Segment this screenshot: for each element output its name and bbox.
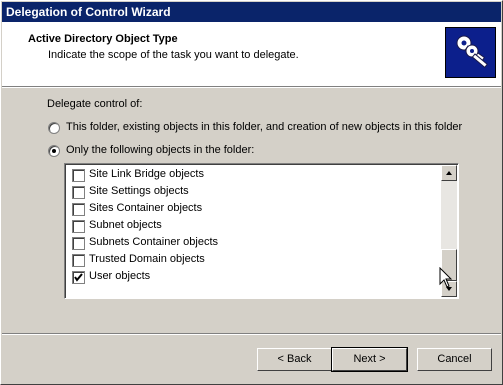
page-subtitle: Indicate the scope of the task you want … — [48, 49, 299, 61]
wizard-header: Active Directory Object Type Indicate th… — [2, 22, 501, 86]
mouse-cursor-icon — [439, 267, 453, 288]
back-button[interactable]: < Back — [257, 348, 332, 371]
list-item-label: Subnets Container objects — [89, 236, 219, 248]
radio-only-following[interactable] — [48, 145, 60, 157]
radio-this-folder-label[interactable]: This folder, existing objects in this fo… — [66, 121, 462, 133]
object-type-list[interactable]: Site Link Bridge objects Site Settings o… — [64, 163, 459, 299]
list-item-label: Trusted Domain objects — [89, 253, 205, 265]
checkbox[interactable] — [72, 237, 85, 250]
cancel-button[interactable]: Cancel — [417, 348, 492, 371]
header-divider-highlight — [2, 87, 501, 88]
footer-divider-highlight — [2, 334, 501, 335]
wizard-window: Delegation of Control Wizard Active Dire… — [0, 0, 503, 385]
checkbox[interactable] — [72, 186, 85, 199]
list-item-label: Site Link Bridge objects — [89, 168, 204, 180]
list-item-label: Subnet objects — [89, 219, 162, 231]
delegate-label: Delegate control of: — [47, 98, 143, 110]
list-item-label: User objects — [89, 270, 151, 282]
next-button[interactable]: Next > — [331, 347, 408, 372]
list-item-label: Site Settings objects — [89, 185, 189, 197]
radio-only-following-label[interactable]: Only the following objects in the folder… — [66, 144, 254, 156]
arrow-up-icon — [446, 171, 452, 175]
check-mark-icon — [74, 273, 83, 282]
keys-icon — [445, 27, 496, 78]
checkbox[interactable] — [72, 254, 85, 267]
radio-this-folder[interactable] — [48, 122, 60, 134]
checkbox[interactable] — [72, 169, 85, 182]
page-title: Active Directory Object Type — [28, 33, 178, 45]
list-item-label: Sites Container objects — [89, 202, 203, 214]
title-bar[interactable]: Delegation of Control Wizard — [2, 2, 501, 22]
checkbox[interactable] — [72, 220, 85, 233]
checkbox[interactable] — [72, 203, 85, 216]
checkbox[interactable] — [72, 271, 85, 284]
scroll-up-button[interactable] — [441, 165, 457, 181]
window-title: Delegation of Control Wizard — [6, 5, 171, 19]
